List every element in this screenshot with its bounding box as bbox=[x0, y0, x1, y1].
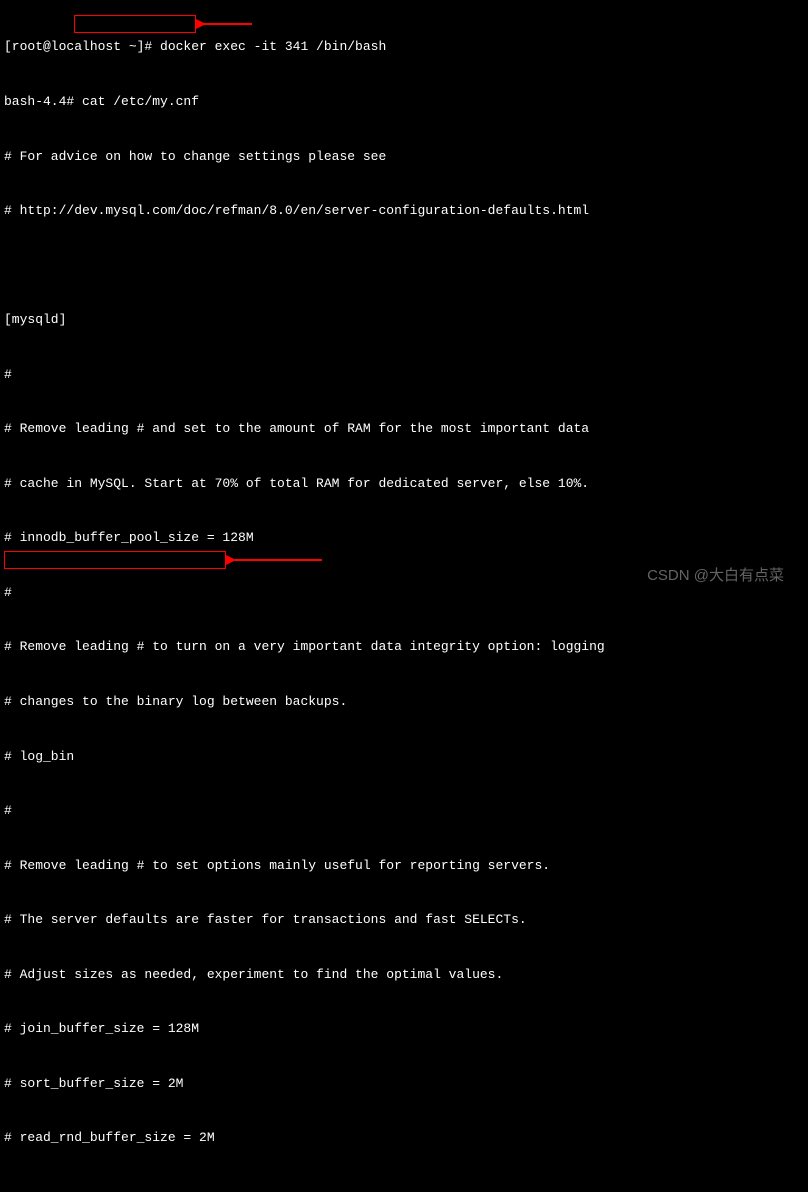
terminal-line: # bbox=[4, 366, 804, 384]
terminal-line: # changes to the binary log between back… bbox=[4, 693, 804, 711]
terminal-line: # bbox=[4, 584, 804, 602]
terminal-line: bash-4.4# cat /etc/my.cnf bbox=[4, 93, 804, 111]
terminal-line: # Adjust sizes as needed, experiment to … bbox=[4, 966, 804, 984]
terminal-line: [mysqld] bbox=[4, 311, 804, 329]
terminal-line bbox=[4, 1184, 804, 1192]
terminal-line: # read_rnd_buffer_size = 2M bbox=[4, 1129, 804, 1147]
terminal-line: # bbox=[4, 802, 804, 820]
terminal-line: # Remove leading # to turn on a very imp… bbox=[4, 638, 804, 656]
terminal-line bbox=[4, 257, 804, 275]
terminal-line: # For advice on how to change settings p… bbox=[4, 148, 804, 166]
terminal-line: # log_bin bbox=[4, 748, 804, 766]
terminal-line: # cache in MySQL. Start at 70% of total … bbox=[4, 475, 804, 493]
terminal-line: # Remove leading # to set options mainly… bbox=[4, 857, 804, 875]
terminal-line: # http://dev.mysql.com/doc/refman/8.0/en… bbox=[4, 202, 804, 220]
terminal-line: # The server defaults are faster for tra… bbox=[4, 911, 804, 929]
terminal-line: # sort_buffer_size = 2M bbox=[4, 1075, 804, 1093]
terminal-line: # join_buffer_size = 128M bbox=[4, 1020, 804, 1038]
terminal-line: [root@localhost ~]# docker exec -it 341 … bbox=[4, 38, 804, 56]
terminal-line: # Remove leading # and set to the amount… bbox=[4, 420, 804, 438]
terminal-line: # innodb_buffer_pool_size = 128M bbox=[4, 529, 804, 547]
terminal-output[interactable]: [root@localhost ~]# docker exec -it 341 … bbox=[4, 2, 804, 1192]
